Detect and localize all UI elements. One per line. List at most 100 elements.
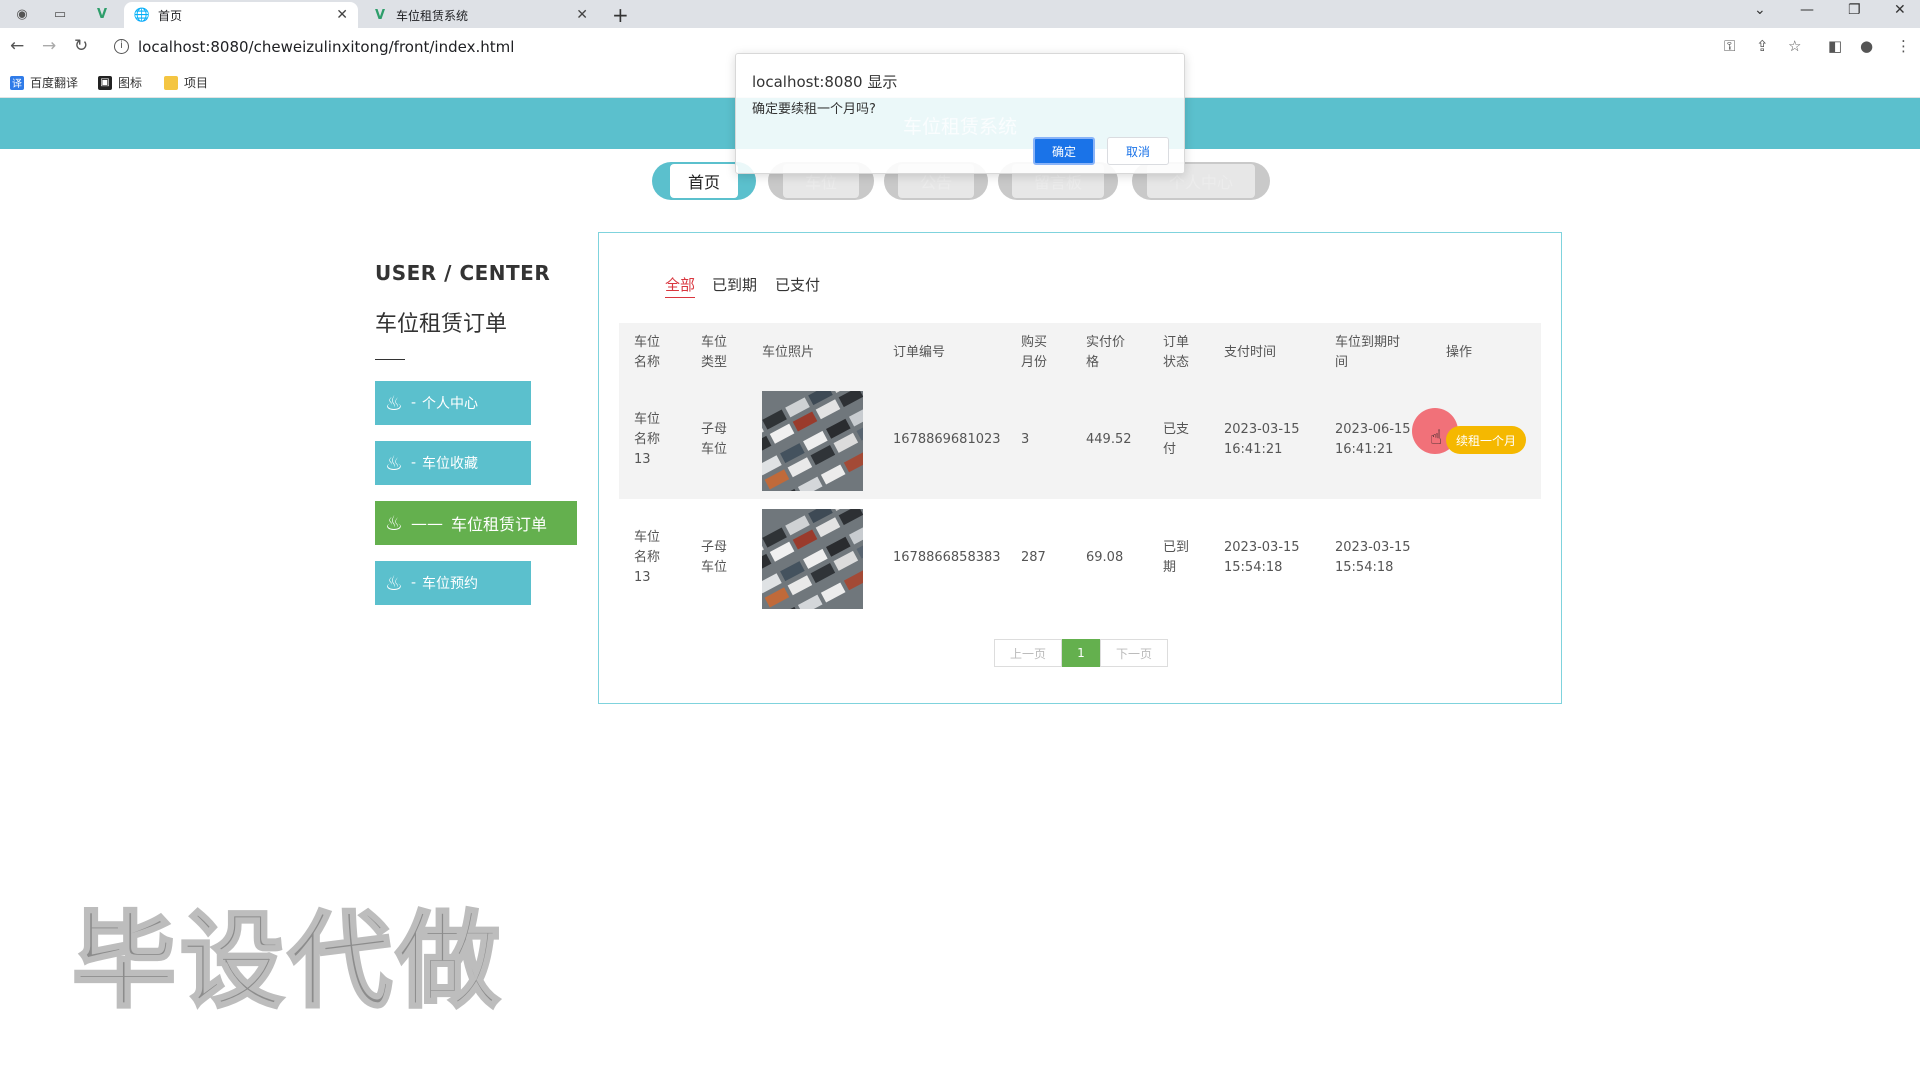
tab-label: 首页 — [158, 8, 183, 23]
watermark-text: 毕设代做 — [70, 899, 505, 1024]
dash: - — [410, 455, 416, 471]
flame-icon: ♨ — [385, 451, 403, 475]
cell-type: 子母 车位 — [701, 422, 728, 457]
tab-system[interactable]: V 车位租赁系统 ✕ — [362, 2, 598, 28]
parking-photo — [762, 391, 863, 491]
cell-expire-time: 2023-03-15 15:54:18 — [1335, 540, 1411, 575]
cell-status: 已到 期 — [1163, 540, 1190, 575]
dialog-host: localhost:8080 显示 — [752, 73, 898, 91]
col-header-pay-time: 支付时间 — [1224, 345, 1277, 360]
key-icon[interactable]: ⚿ — [1724, 37, 1735, 55]
hand-cursor-icon: ☝ — [1430, 425, 1443, 449]
col-header-months: 购买 月份 — [1021, 335, 1048, 370]
col-header-price: 实付价 格 — [1086, 335, 1126, 370]
sidebar-item-reservation[interactable]: ♨ - 车位预约 — [375, 561, 531, 605]
bookmark-label: 图标 — [118, 76, 143, 90]
new-tab-button[interactable]: + — [612, 3, 629, 27]
flame-icon: ♨ — [385, 571, 403, 595]
back-icon[interactable]: ← — [10, 36, 24, 56]
cell-pay-time: 2023-03-15 15:54:18 — [1224, 540, 1300, 575]
browser-tabstrip: ◉ ▭ V 🌐 首页 ✕ V 车位租赁系统 ✕ + ⌄ — ❐ ✕ — [0, 0, 1920, 28]
tab-label: 车位租赁系统 — [396, 8, 469, 23]
menu-icon[interactable]: ⋮ — [1896, 37, 1911, 55]
cell-expire-time: 2023-06-15 16:41:21 — [1335, 422, 1411, 457]
dialog-cancel-button[interactable]: 取消 — [1107, 137, 1169, 165]
cell-order-no: 1678869681023 — [893, 432, 1001, 447]
sidebar-item-favorites[interactable]: ♨ - 车位收藏 — [375, 441, 531, 485]
col-header-expire-time: 车位到期时 间 — [1335, 335, 1401, 370]
bookmark-project[interactable]: 项目 — [164, 74, 208, 91]
sidebar-item-label: 车位收藏 — [422, 456, 478, 472]
col-header-action: 操作 — [1446, 345, 1473, 360]
reload-icon[interactable]: ↻ — [74, 36, 88, 56]
vue-logo-icon: V — [374, 7, 386, 23]
image-icon: ▣ — [98, 75, 112, 90]
close-tab-icon[interactable]: ✕ — [336, 7, 348, 23]
restore-icon[interactable]: ❐ — [1848, 2, 1861, 18]
sidebar-item-personal-center[interactable]: ♨ - 个人中心 — [375, 381, 531, 425]
vue-tab-icon[interactable]: V — [92, 5, 112, 23]
cell-pay-time: 2023-03-15 16:41:21 — [1224, 422, 1300, 457]
filter-all[interactable]: 全部 — [665, 274, 696, 298]
share-icon[interactable]: ⇪ — [1756, 37, 1769, 55]
active-prefix: —— — [410, 513, 443, 533]
tab-home[interactable]: 🌐 首页 ✕ — [124, 2, 358, 28]
address-bar[interactable]: localhost:8080/cheweizulinxitong/front/i… — [138, 38, 514, 56]
dash: - — [410, 395, 416, 411]
tab-search-icon[interactable]: ⌄ — [1754, 2, 1766, 18]
close-tab-icon[interactable]: ✕ — [576, 7, 588, 23]
user-center-title: USER / CENTER — [375, 261, 551, 285]
bookmark-icons[interactable]: ▣ 图标 — [98, 74, 142, 91]
cell-price: 449.52 — [1086, 432, 1132, 447]
window-close-icon[interactable]: ✕ — [1894, 2, 1906, 18]
prev-page-button[interactable]: 上一页 — [994, 639, 1062, 667]
cell-type: 子母 车位 — [701, 540, 728, 575]
bookmark-baidu-translate[interactable]: 译 百度翻译 — [10, 74, 78, 91]
site-info-icon[interactable]: i — [114, 39, 129, 54]
minimize-icon[interactable]: — — [1800, 2, 1814, 18]
sidebar-item-label: 个人中心 — [422, 396, 478, 412]
divider — [375, 359, 405, 360]
bookmark-label: 项目 — [184, 76, 209, 90]
col-header-status: 订单 状态 — [1163, 335, 1190, 370]
forward-icon[interactable]: → — [42, 36, 56, 56]
col-header-type: 车位 类型 — [701, 335, 728, 370]
next-page-button[interactable]: 下一页 — [1100, 639, 1168, 667]
flame-icon: ♨ — [385, 391, 403, 415]
cell-name: 车位 名称 13 — [634, 412, 661, 467]
dialog-ok-button[interactable]: 确定 — [1033, 137, 1095, 165]
parking-photo — [762, 509, 863, 609]
cell-months: 3 — [1021, 432, 1030, 447]
dialog-message: 确定要续租一个月吗? — [752, 102, 876, 117]
folder-icon — [164, 75, 178, 90]
sidepanel-icon[interactable]: ◧ — [1828, 37, 1842, 55]
sidebar-item-label: 车位租赁订单 — [450, 515, 547, 534]
filter-paid[interactable]: 已支付 — [775, 274, 820, 295]
nav-label: 首页 — [669, 164, 738, 198]
renew-one-month-button[interactable]: 续租一个月 — [1446, 426, 1526, 454]
col-header-photo: 车位照片 — [762, 345, 815, 360]
chrome-icon[interactable]: ◉ — [12, 5, 32, 23]
sidebar-item-label: 车位预约 — [422, 576, 478, 592]
star-icon[interactable]: ☆ — [1788, 37, 1801, 55]
blank-tab-icon[interactable]: ▭ — [50, 5, 70, 23]
filter-expired[interactable]: 已到期 — [712, 274, 757, 295]
page-1-button[interactable]: 1 — [1062, 639, 1100, 667]
sidebar-item-rental-orders[interactable]: ♨ —— 车位租赁订单 — [375, 501, 577, 545]
table-header — [619, 323, 1541, 383]
col-header-name: 车位 名称 — [634, 335, 661, 370]
user-center-subtitle: 车位租赁订单 — [375, 312, 508, 337]
flame-icon: ♨ — [385, 511, 403, 535]
bookmark-label: 百度翻译 — [30, 76, 79, 90]
cell-months: 287 — [1021, 550, 1046, 565]
parking-lot-image — [762, 509, 863, 609]
cell-name: 车位 名称 13 — [634, 530, 661, 585]
cell-price: 69.08 — [1086, 550, 1124, 565]
cell-status: 已支 付 — [1163, 422, 1190, 457]
parking-lot-image — [762, 391, 863, 491]
dash: - — [410, 575, 416, 591]
col-header-order-no: 订单编号 — [893, 345, 946, 360]
profile-icon[interactable]: ● — [1860, 37, 1873, 55]
globe-icon: 🌐 — [133, 7, 151, 23]
cell-order-no: 1678866858383 — [893, 550, 1001, 565]
